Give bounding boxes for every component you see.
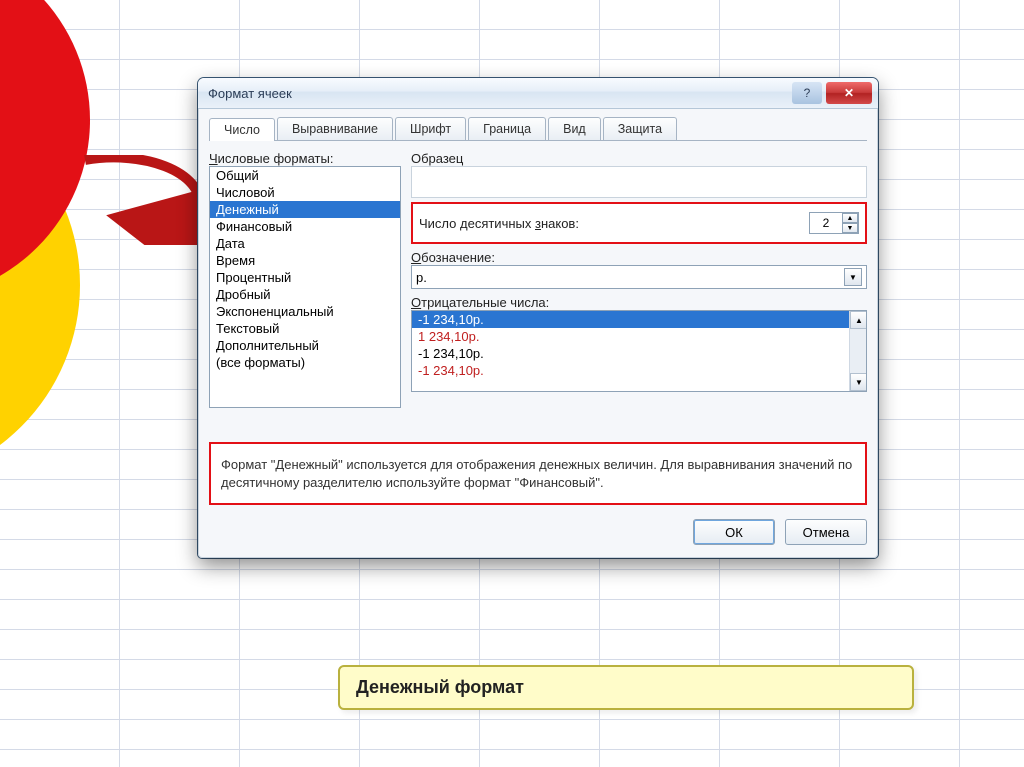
decimals-input[interactable] [810, 215, 842, 231]
list-item[interactable]: -1 234,10р. [412, 311, 866, 328]
titlebar[interactable]: Формат ячеек ? ✕ [198, 78, 878, 109]
sample-label: Образец [411, 151, 867, 166]
tab-protection[interactable]: Защита [603, 117, 677, 140]
tab-font[interactable]: Шрифт [395, 117, 466, 140]
help-button[interactable]: ? [792, 82, 822, 104]
list-item[interactable]: Дата [210, 235, 400, 252]
scrollbar[interactable]: ▲ ▼ [849, 311, 866, 391]
tab-border[interactable]: Граница [468, 117, 546, 140]
format-description: Формат "Денежный" используется для отобр… [209, 442, 867, 505]
dialog-title: Формат ячеек [208, 86, 292, 101]
list-item[interactable]: -1 234,10р. [412, 362, 866, 379]
cancel-button[interactable]: Отмена [785, 519, 867, 545]
list-item[interactable]: 1 234,10р. [412, 328, 866, 345]
decimals-label: Число десятичных знаков: [419, 216, 579, 231]
list-item[interactable]: Экспоненциальный [210, 303, 400, 320]
list-item[interactable]: Числовой [210, 184, 400, 201]
close-button[interactable]: ✕ [826, 82, 872, 104]
scroll-down-icon[interactable]: ▼ [850, 373, 867, 391]
format-cells-dialog: Формат ячеек ? ✕ Число Выравнивание Шриф… [198, 78, 878, 558]
chevron-down-icon[interactable]: ▼ [844, 268, 862, 286]
list-item[interactable]: Денежный [210, 201, 400, 218]
list-item[interactable]: Процентный [210, 269, 400, 286]
slide-caption: Денежный формат [338, 665, 914, 710]
tab-alignment[interactable]: Выравнивание [277, 117, 393, 140]
spinner-down-icon[interactable]: ▼ [842, 223, 858, 233]
symbol-label: Обозначение: [411, 250, 867, 265]
list-item[interactable]: Дополнительный [210, 337, 400, 354]
list-item[interactable]: Финансовый [210, 218, 400, 235]
list-item[interactable]: Время [210, 252, 400, 269]
negatives-label: Отрицательные числа: [411, 295, 867, 310]
list-item[interactable]: Дробный [210, 286, 400, 303]
list-item[interactable]: -1 234,10р. [412, 345, 866, 362]
ok-button[interactable]: ОК [693, 519, 775, 545]
decimals-highlight: Число десятичных знаков: ▲ ▼ [411, 202, 867, 244]
list-item[interactable]: (все форматы) [210, 354, 400, 371]
list-item[interactable]: Общий [210, 167, 400, 184]
symbol-value: р. [416, 270, 427, 285]
tab-strip: Число Выравнивание Шрифт Граница Вид Защ… [209, 117, 867, 141]
sample-box [411, 166, 867, 198]
categories-label: Числовые форматы: [209, 151, 401, 166]
tab-fill[interactable]: Вид [548, 117, 601, 140]
spinner-up-icon[interactable]: ▲ [842, 213, 858, 223]
tab-number[interactable]: Число [209, 118, 275, 141]
negatives-list[interactable]: -1 234,10р. 1 234,10р. -1 234,10р. -1 23… [411, 310, 867, 392]
decimals-spinner[interactable]: ▲ ▼ [809, 212, 859, 234]
scroll-up-icon[interactable]: ▲ [850, 311, 867, 329]
format-category-list[interactable]: Общий Числовой Денежный Финансовый Дата … [209, 166, 401, 408]
symbol-combo[interactable]: р. ▼ [411, 265, 867, 289]
list-item[interactable]: Текстовый [210, 320, 400, 337]
